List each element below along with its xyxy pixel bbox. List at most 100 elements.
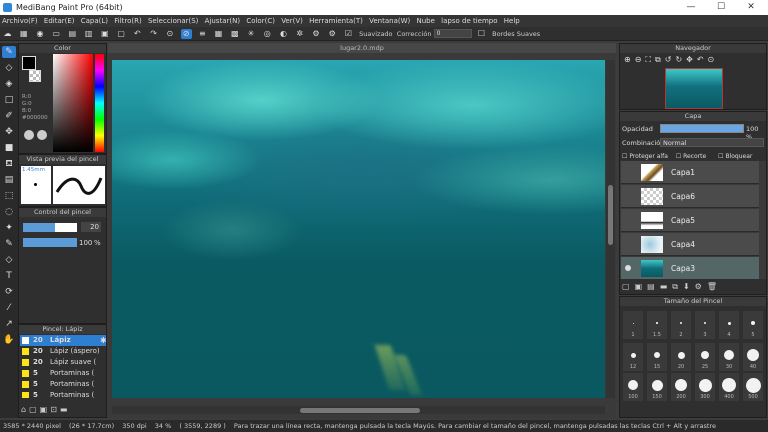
menu-ventana[interactable]: Ventana(W): [369, 17, 410, 25]
brush-list-item[interactable]: 5 Portaminas (: [20, 368, 106, 379]
correction-select[interactable]: 0: [433, 29, 472, 38]
delete-layer-icon[interactable]: 🗑: [707, 282, 722, 291]
vertical-scroll-thumb[interactable]: [608, 185, 613, 245]
smoothing-checkbox[interactable]: ☑: [343, 29, 354, 39]
snap-perspective-icon[interactable]: ✲: [294, 29, 305, 39]
brush-settings-icon[interactable]: ✱: [100, 335, 107, 346]
protect-alpha-checkbox[interactable]: ☐: [622, 153, 627, 160]
zoom-out-icon[interactable]: ⊖: [635, 55, 646, 64]
minimize-button[interactable]: —: [676, 0, 706, 15]
eyedropper-tool-icon[interactable]: ⁄: [2, 302, 16, 314]
brush-size-preset[interactable]: 300: [695, 373, 715, 401]
brush-size-preset[interactable]: 25: [695, 343, 715, 371]
rotate-left-icon[interactable]: ↺: [665, 55, 676, 64]
brush-size-preset[interactable]: 15: [647, 343, 667, 371]
brush-add-icon[interactable]: ▢: [29, 405, 40, 414]
no-snap-icon[interactable]: ⊘: [180, 29, 192, 39]
brush-size-preset[interactable]: 4: [719, 311, 739, 339]
move-tool-icon[interactable]: ✥: [2, 126, 16, 138]
hand-tool-icon[interactable]: ✋: [2, 334, 16, 346]
new-1bit-layer-icon[interactable]: ▤: [647, 282, 660, 291]
gradient-tool-icon[interactable]: ▤: [2, 174, 16, 186]
menu-nube[interactable]: Nube: [417, 17, 435, 25]
menu-lapso[interactable]: lapso de tiempo: [441, 17, 497, 25]
panel-icon[interactable]: ▥: [83, 29, 94, 39]
layout-icon[interactable]: ▤: [67, 29, 78, 39]
menu-editar[interactable]: Editar(E): [44, 17, 75, 25]
maximize-button[interactable]: ☐: [706, 0, 736, 15]
bucket-tool-icon[interactable]: ⛾: [2, 158, 16, 170]
brush-size-preset[interactable]: 500: [743, 373, 763, 401]
fit-window-icon[interactable]: ⛶: [645, 55, 655, 64]
layer-folder-icon[interactable]: ▬: [660, 282, 673, 291]
background-color-swatch[interactable]: [29, 70, 41, 82]
document-tab[interactable]: lugar2.0.mdp: [108, 43, 616, 53]
brush-tool-icon[interactable]: ✎: [2, 46, 16, 58]
brush-list-item[interactable]: 20 Lápiz suave (: [20, 357, 106, 368]
brush-size-preset[interactable]: 1.5: [647, 311, 667, 339]
flip-icon[interactable]: ✥: [686, 55, 697, 64]
layer-row[interactable]: Capa3: [621, 257, 759, 279]
menu-archivo[interactable]: Archivo(F): [2, 17, 38, 25]
brush-size-preset[interactable]: 12: [623, 343, 643, 371]
brush-size-preset[interactable]: 30: [719, 343, 739, 371]
pen-tool-icon[interactable]: ✐: [2, 110, 16, 122]
brush-list-item[interactable]: 20 Lápiz ✱: [20, 335, 107, 346]
soft-edges-checkbox[interactable]: ☐: [476, 29, 487, 39]
close-button[interactable]: ✕: [736, 0, 766, 15]
layer-visible-icon[interactable]: [625, 265, 631, 271]
foreground-color-swatch[interactable]: [22, 56, 36, 70]
select-tool-icon[interactable]: ⬚: [2, 190, 16, 202]
hue-slider[interactable]: [95, 54, 104, 152]
brush-size-preset[interactable]: 400: [719, 373, 739, 401]
color-wheel-icon[interactable]: [24, 130, 34, 140]
brush-size-preset[interactable]: 150: [647, 373, 667, 401]
snap-radial-icon[interactable]: ✳: [246, 29, 257, 39]
text-tool-icon[interactable]: T: [2, 270, 16, 282]
reset-view-icon[interactable]: ↶: [697, 55, 708, 64]
fill-rect-icon[interactable]: ■: [2, 142, 16, 154]
grid-icon[interactable]: ▦: [18, 29, 29, 39]
duplicate-layer-icon[interactable]: ⧉: [672, 282, 683, 291]
horizontal-scroll-thumb[interactable]: [300, 408, 420, 413]
page-icon[interactable]: ▢: [116, 29, 127, 39]
brush-home-icon[interactable]: ⌂: [21, 405, 29, 414]
brush-size-slider[interactable]: [23, 223, 77, 232]
new-layer-icon[interactable]: ▢: [622, 282, 635, 291]
sheet-icon[interactable]: ▣: [99, 29, 110, 39]
brush-size-preset[interactable]: 5: [743, 311, 763, 339]
snap-curve-icon[interactable]: ◐: [278, 29, 289, 39]
new-8bit-layer-icon[interactable]: ▣: [635, 282, 648, 291]
layer-row[interactable]: Capa6: [621, 185, 759, 208]
comment-icon[interactable]: ◉: [34, 29, 45, 39]
clip-checkbox[interactable]: ☐: [676, 153, 681, 160]
blend-mode-select[interactable]: Normal: [660, 138, 764, 147]
brush-size-preset[interactable]: 2: [671, 311, 691, 339]
brush-folder-icon[interactable]: ▬: [60, 405, 71, 414]
frame-icon[interactable]: ▭: [51, 29, 62, 39]
brush-size-value[interactable]: 20: [81, 222, 101, 232]
redo-icon[interactable]: ↷: [148, 29, 159, 39]
eyedropper2-icon[interactable]: ↗: [2, 318, 16, 330]
menu-herramienta[interactable]: Herramienta(T): [309, 17, 363, 25]
dot-eraser-icon[interactable]: ◈: [2, 78, 16, 90]
brush-list-item[interactable]: 5 Portaminas (: [20, 379, 106, 390]
brush-opacity-slider[interactable]: [23, 238, 77, 247]
eraser-tool-icon[interactable]: ◇: [2, 62, 16, 74]
divide-tool-icon[interactable]: ⟳: [2, 286, 16, 298]
magic-wand-icon[interactable]: ✦: [2, 222, 16, 234]
rotate-right-icon[interactable]: ↻: [675, 55, 686, 64]
layer-opacity-slider[interactable]: [660, 124, 744, 133]
select-eraser-icon[interactable]: ◇: [2, 254, 16, 266]
brush-size-preset[interactable]: 40: [743, 343, 763, 371]
menu-ajustar[interactable]: Ajustar(N): [205, 17, 240, 25]
menu-capa[interactable]: Capa(L): [81, 17, 108, 25]
layer-settings-icon[interactable]: ⚙: [695, 282, 707, 291]
nav-settings-icon[interactable]: ⊙: [708, 55, 719, 64]
snap-grid-icon[interactable]: ▩: [229, 29, 240, 39]
snap-settings-icon[interactable]: ⚙: [327, 29, 338, 39]
lasso-tool-icon[interactable]: ◌: [2, 206, 16, 218]
cloud-icon[interactable]: ☁: [2, 29, 13, 39]
zoom-in-icon[interactable]: ⊕: [624, 55, 635, 64]
transform-icon[interactable]: ⊙: [164, 29, 175, 39]
